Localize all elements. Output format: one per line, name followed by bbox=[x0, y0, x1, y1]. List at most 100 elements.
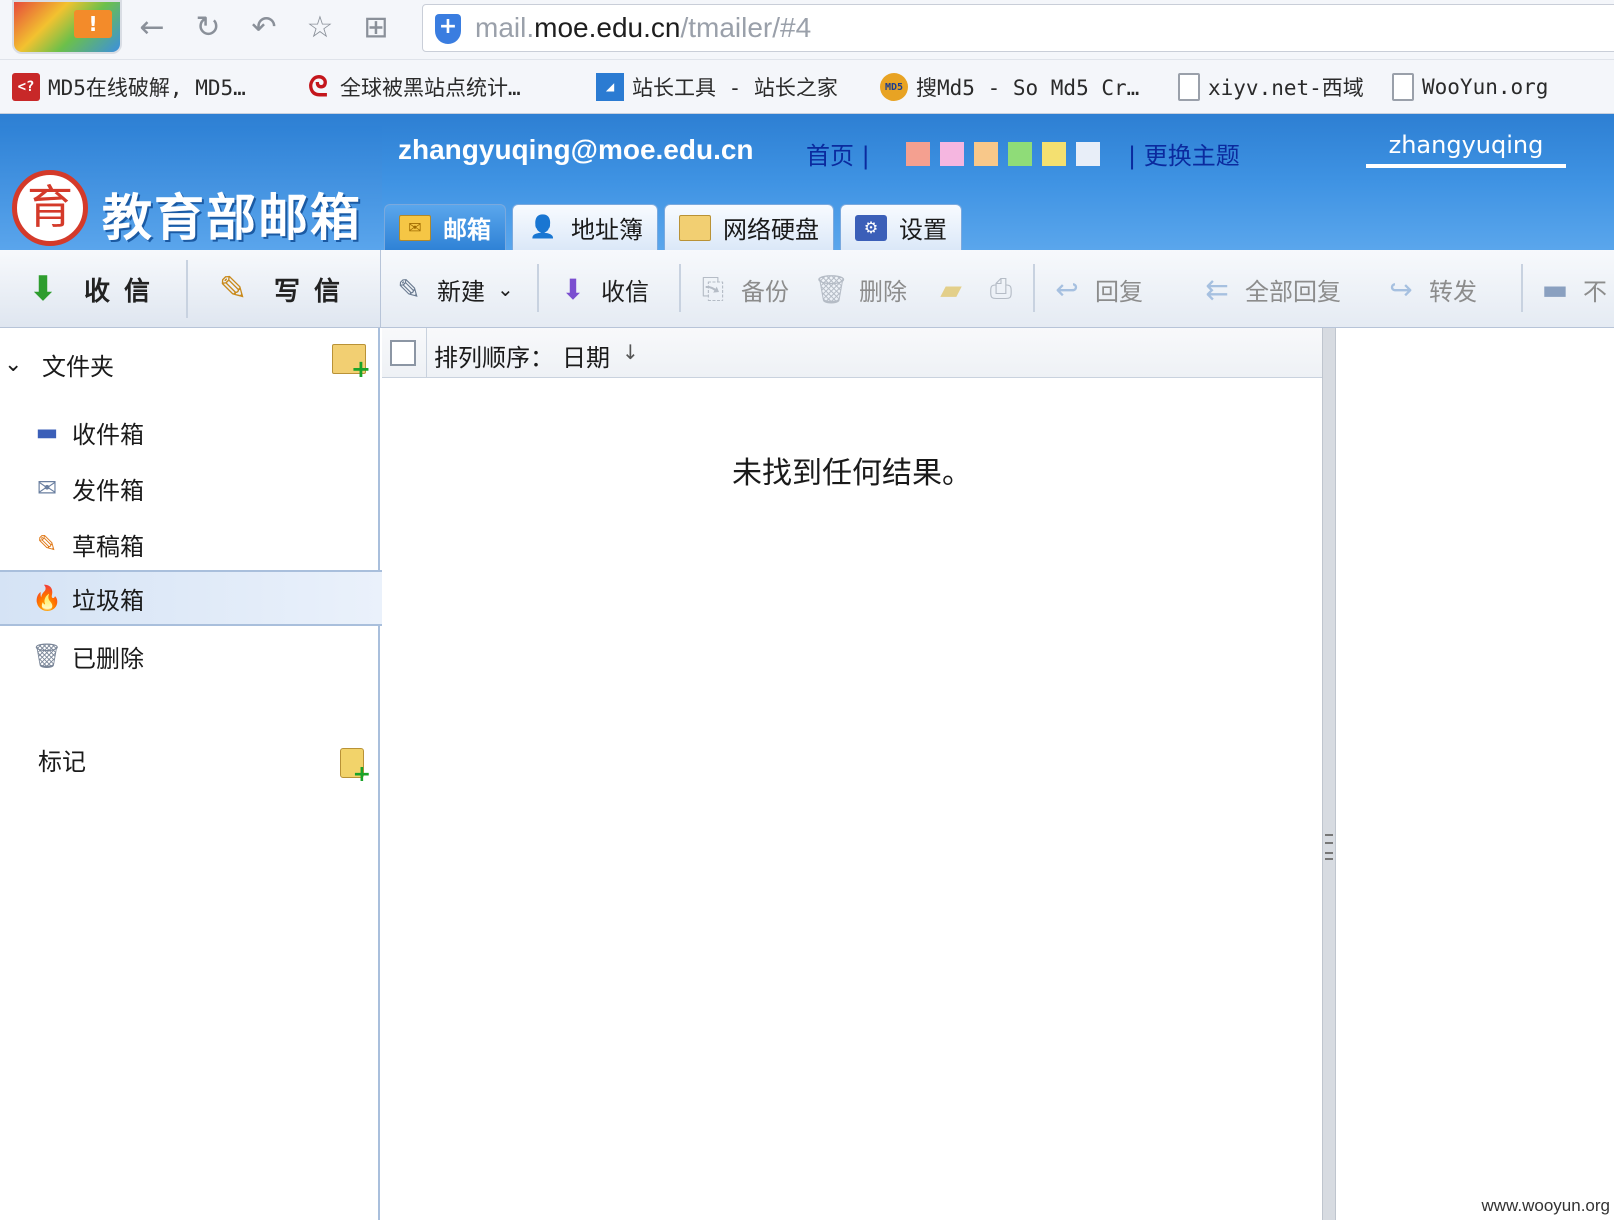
theme-swatch-red[interactable] bbox=[906, 142, 930, 166]
forward-label: 转发 bbox=[1429, 277, 1477, 306]
tab-mailbox[interactable]: ✉ 邮箱 bbox=[384, 204, 506, 250]
logo-title: 教育部邮箱 bbox=[102, 188, 362, 247]
theme-swatch-green[interactable] bbox=[1008, 142, 1032, 166]
watermark: www.wooyun.org bbox=[1481, 1196, 1610, 1215]
tab-label: 网络硬盘 bbox=[723, 216, 819, 244]
folders-header: ⌄ 文件夹 bbox=[0, 342, 378, 386]
folder-icon bbox=[679, 214, 711, 241]
folder-label: 发件箱 bbox=[72, 476, 144, 505]
header-divider bbox=[426, 328, 427, 378]
forward-button[interactable]: ↪ 转发 bbox=[1383, 268, 1477, 310]
reply-all-button[interactable]: ⇇ 全部回复 bbox=[1199, 268, 1341, 310]
url-prefix: mail. bbox=[475, 12, 535, 43]
home-link[interactable]: 首页 | bbox=[806, 136, 870, 171]
folder-outbox[interactable]: ✉ 发件箱 bbox=[0, 460, 378, 516]
folder-inbox[interactable]: ▬ 收件箱 bbox=[0, 404, 378, 460]
chevron-down-icon[interactable]: ⌄ bbox=[497, 277, 514, 301]
delete-button[interactable]: 🗑 删除 bbox=[813, 268, 907, 310]
tab-label: 设置 bbox=[899, 216, 947, 244]
dragon-icon: ᘓ bbox=[308, 70, 328, 103]
receive-mail-button[interactable]: ⬇ 收信 bbox=[22, 264, 164, 314]
mail-toolbar: ✎ 新建 ⌄ ⬇ 收信 ⎘ 备份 🗑 删除 ▰ ⎙ ↩ 回复 ⇇ 全部回复 ↪ … bbox=[380, 250, 1614, 328]
sort-by-date[interactable]: 日期 bbox=[562, 338, 610, 373]
add-tag-icon[interactable] bbox=[340, 748, 371, 787]
settings-icon: ⚙ bbox=[855, 214, 887, 241]
star-icon[interactable]: ☆ bbox=[302, 10, 338, 46]
change-theme-link[interactable]: | 更换主题 bbox=[1128, 136, 1240, 171]
chevron-down-icon[interactable]: ⌄ bbox=[4, 352, 34, 377]
pane-splitter[interactable] bbox=[1322, 328, 1336, 1220]
security-shield-icon: + bbox=[435, 14, 461, 44]
backup-icon: ⎘ bbox=[701, 272, 725, 305]
folder-label: 收件箱 bbox=[72, 420, 144, 449]
outbox-icon: ✉ bbox=[36, 474, 58, 502]
inbox-tray-icon: ▬ bbox=[1541, 272, 1569, 306]
add-folder-icon[interactable] bbox=[332, 344, 371, 383]
bookmark-somd5[interactable]: MD5 搜Md5 - So Md5 Cr… bbox=[880, 72, 1139, 102]
receive-mail-label: 收信 bbox=[84, 276, 165, 307]
theme-swatch-pink[interactable] bbox=[940, 142, 964, 166]
url-text[interactable]: mail.moe.edu.cn/tmailer/#4 bbox=[475, 12, 811, 44]
user-email: zhangyuqing@moe.edu.cn bbox=[398, 134, 754, 165]
bookmark-label: 站长工具 - 站长之家 bbox=[632, 76, 838, 100]
md5-search-icon: MD5 bbox=[880, 73, 908, 101]
list-header: 排列顺序： 日期 ↓ bbox=[382, 328, 1322, 378]
contacts-icon: 👤 bbox=[529, 215, 557, 240]
back-icon[interactable]: ← bbox=[134, 10, 170, 46]
bookmark-label: 搜Md5 - So Md5 Cr… bbox=[916, 76, 1140, 100]
folders-title: 文件夹 bbox=[42, 352, 114, 381]
url-path: /tmailer/#4 bbox=[680, 12, 812, 43]
theme-swatch-orange[interactable] bbox=[974, 142, 998, 166]
toolbar-divider bbox=[679, 264, 681, 312]
preview-pane bbox=[1336, 328, 1614, 1220]
tags-title: 标记 bbox=[38, 748, 86, 776]
bookmark-md5-crack[interactable]: <? MD5在线破解, MD5… bbox=[12, 72, 246, 102]
folder-drafts[interactable]: ✎ 草稿箱 bbox=[0, 516, 378, 572]
browser-logo[interactable]: ! bbox=[12, 0, 122, 54]
backup-button[interactable]: ⎘ 备份 bbox=[695, 268, 789, 310]
undo-icon[interactable]: ↶ bbox=[246, 10, 282, 46]
compose-icon: ✎ bbox=[218, 269, 248, 309]
folder-deleted[interactable]: 🗑 已删除 bbox=[0, 628, 378, 684]
theme-swatch-white[interactable] bbox=[1076, 142, 1100, 166]
mail-logo[interactable]: 育 教育部邮箱 bbox=[0, 126, 382, 250]
new-button[interactable]: ✎ 新建 ⌄ bbox=[391, 268, 514, 310]
grip-icon bbox=[1325, 834, 1333, 860]
action-divider bbox=[186, 260, 188, 318]
url-host: moe.edu.cn bbox=[534, 12, 681, 43]
tab-settings[interactable]: ⚙ 设置 bbox=[840, 204, 962, 250]
sort-label: 排列顺序： bbox=[434, 344, 554, 372]
refresh-icon[interactable]: ↻ bbox=[190, 10, 226, 46]
move-button[interactable]: ▰ bbox=[933, 268, 979, 310]
delete-label: 删除 bbox=[859, 277, 907, 306]
print-button[interactable]: ⎙ bbox=[983, 268, 1029, 310]
spam-icon: 🔥 bbox=[32, 584, 62, 612]
folder-spam[interactable]: 🔥 垃圾箱 bbox=[0, 570, 382, 626]
tab-network-disk[interactable]: 网络硬盘 bbox=[664, 204, 834, 250]
mail-icon: ✉ bbox=[399, 214, 431, 241]
more-button[interactable]: ▬ 不 bbox=[1537, 268, 1607, 310]
receive-button[interactable]: ⬇ 收信 bbox=[555, 268, 649, 310]
page-icon bbox=[1178, 73, 1200, 101]
apps-icon[interactable]: ⊞ bbox=[358, 10, 394, 46]
tab-address-book[interactable]: 👤 地址簿 bbox=[512, 204, 658, 250]
sort-arrow-icon[interactable]: ↓ bbox=[622, 340, 639, 364]
message-list: 排列顺序： 日期 ↓ 未找到任何结果。 bbox=[382, 328, 1322, 1220]
reply-button[interactable]: ↩ 回复 bbox=[1049, 268, 1143, 310]
bookmark-label: xiyv.net-西域 bbox=[1208, 76, 1364, 100]
compose-mail-button[interactable]: ✎ 写信 bbox=[212, 264, 354, 314]
bookmark-hacked-sites[interactable]: ᘓ 全球被黑站点统计… bbox=[304, 70, 521, 103]
bookmark-wooyun[interactable]: WooYun.org bbox=[1392, 72, 1548, 102]
bookmark-webmaster-tools[interactable]: ◢ 站长工具 - 站长之家 bbox=[596, 72, 838, 102]
bookmark-xiyv[interactable]: xiyv.net-西域 bbox=[1178, 72, 1364, 102]
select-all-checkbox[interactable] bbox=[390, 340, 416, 366]
quick-actions: ⬇ 收信 ✎ 写信 bbox=[0, 250, 380, 328]
address-bar[interactable]: + mail.moe.edu.cn/tmailer/#4 bbox=[422, 4, 1614, 52]
theme-swatch-yellow[interactable] bbox=[1042, 142, 1066, 166]
bookmark-md5-icon: <? bbox=[12, 73, 40, 101]
folder-sidebar: ⌄ 文件夹 ▬ 收件箱 ✉ 发件箱 ✎ 草稿箱 🔥 垃圾箱 🗑 已删除 标记 bbox=[0, 328, 382, 1220]
folder-label: 草稿箱 bbox=[72, 532, 144, 561]
folder-label: 已删除 bbox=[72, 644, 144, 673]
username-menu[interactable]: zhangyuqing bbox=[1366, 128, 1566, 168]
toolbar-divider bbox=[1521, 264, 1523, 312]
